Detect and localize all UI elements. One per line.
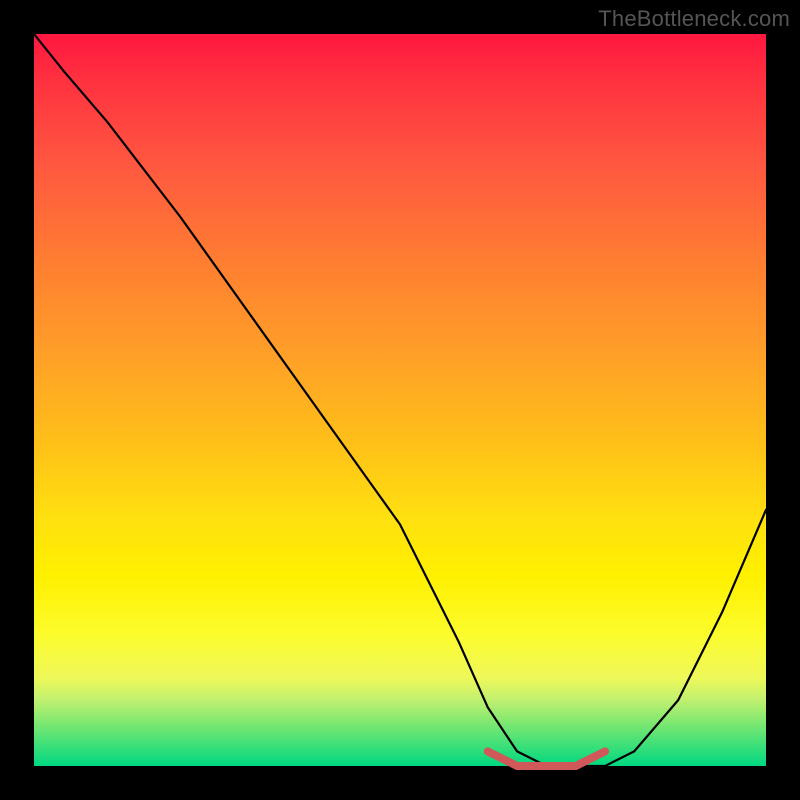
chart-frame: TheBottleneck.com: [0, 0, 800, 800]
curve-highlight: [488, 751, 605, 766]
curve-line: [34, 34, 766, 766]
plot-area: [34, 34, 766, 766]
watermark-text: TheBottleneck.com: [598, 6, 790, 32]
bottleneck-curve: [34, 34, 766, 766]
